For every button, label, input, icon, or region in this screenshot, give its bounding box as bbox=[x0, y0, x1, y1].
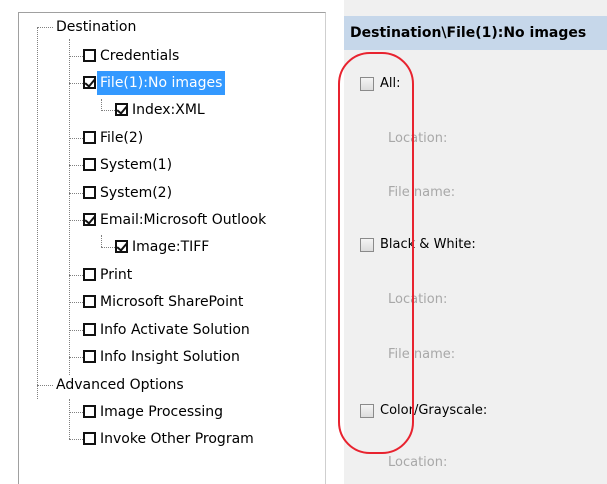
tree-node-label: Info Activate Solution bbox=[100, 322, 250, 338]
tree-line bbox=[37, 27, 38, 399]
tree-line bbox=[101, 247, 115, 248]
tree-line bbox=[69, 193, 83, 194]
tree-line bbox=[69, 220, 83, 221]
tree-line bbox=[69, 357, 83, 358]
tree-line bbox=[101, 110, 115, 111]
image-tiff-checkbox[interactable] bbox=[115, 240, 128, 253]
location-label: Location: bbox=[388, 455, 448, 470]
destination-tree[interactable]: Destination Credentials File(1):No image… bbox=[18, 12, 326, 484]
tree-line bbox=[69, 399, 70, 439]
tree-line bbox=[69, 412, 83, 413]
tree-node-label: Invoke Other Program bbox=[100, 431, 254, 447]
tree-line bbox=[69, 39, 70, 375]
credentials-checkbox[interactable] bbox=[83, 49, 96, 62]
tree-node-label-selected: File(1):No images bbox=[97, 71, 226, 95]
tree-node-label: System(1) bbox=[100, 157, 173, 173]
tree-node-label: Image:TIFF bbox=[132, 239, 210, 255]
system1-checkbox[interactable] bbox=[83, 158, 96, 171]
tree-line bbox=[69, 330, 83, 331]
tree-line bbox=[69, 439, 83, 440]
tree-node-label: Credentials bbox=[100, 48, 180, 64]
invoke-program-checkbox[interactable] bbox=[83, 432, 96, 445]
sharepoint-checkbox[interactable] bbox=[83, 295, 96, 308]
red-highlight-annotation bbox=[338, 52, 414, 454]
tree-node-label: File(2) bbox=[100, 130, 144, 146]
tree-line bbox=[69, 138, 83, 139]
tree-node-label: System(2) bbox=[100, 185, 173, 201]
tree-line bbox=[101, 235, 102, 247]
index-xml-checkbox[interactable] bbox=[115, 103, 128, 116]
tree-line bbox=[69, 165, 83, 166]
tree-node-label: Advanced Options bbox=[56, 377, 184, 393]
system2-checkbox[interactable] bbox=[83, 186, 96, 199]
detail-header: Destination\File(1):No images bbox=[344, 16, 607, 50]
tree-node-label: Microsoft SharePoint bbox=[100, 294, 244, 310]
file2-checkbox[interactable] bbox=[83, 131, 96, 144]
tree-line bbox=[69, 275, 83, 276]
tree-node-label: Index:XML bbox=[132, 102, 205, 118]
tree-line bbox=[69, 302, 83, 303]
tree-line bbox=[37, 385, 53, 386]
email-outlook-checkbox[interactable] bbox=[83, 213, 96, 226]
image-processing-checkbox[interactable] bbox=[83, 405, 96, 418]
tree-line bbox=[37, 27, 53, 28]
tree-node-label: Destination bbox=[56, 19, 137, 35]
tree-node-label: Info Insight Solution bbox=[100, 349, 240, 365]
print-checkbox[interactable] bbox=[83, 268, 96, 281]
tree-node-label: Email:Microsoft Outlook bbox=[100, 212, 267, 228]
tree-line bbox=[69, 83, 83, 84]
tree-line bbox=[69, 56, 83, 57]
tree-node-label: Print bbox=[100, 267, 133, 283]
info-activate-checkbox[interactable] bbox=[83, 323, 96, 336]
file1-checkbox[interactable] bbox=[83, 76, 96, 89]
tree-node-label: Image Processing bbox=[100, 404, 224, 420]
info-insight-checkbox[interactable] bbox=[83, 350, 96, 363]
